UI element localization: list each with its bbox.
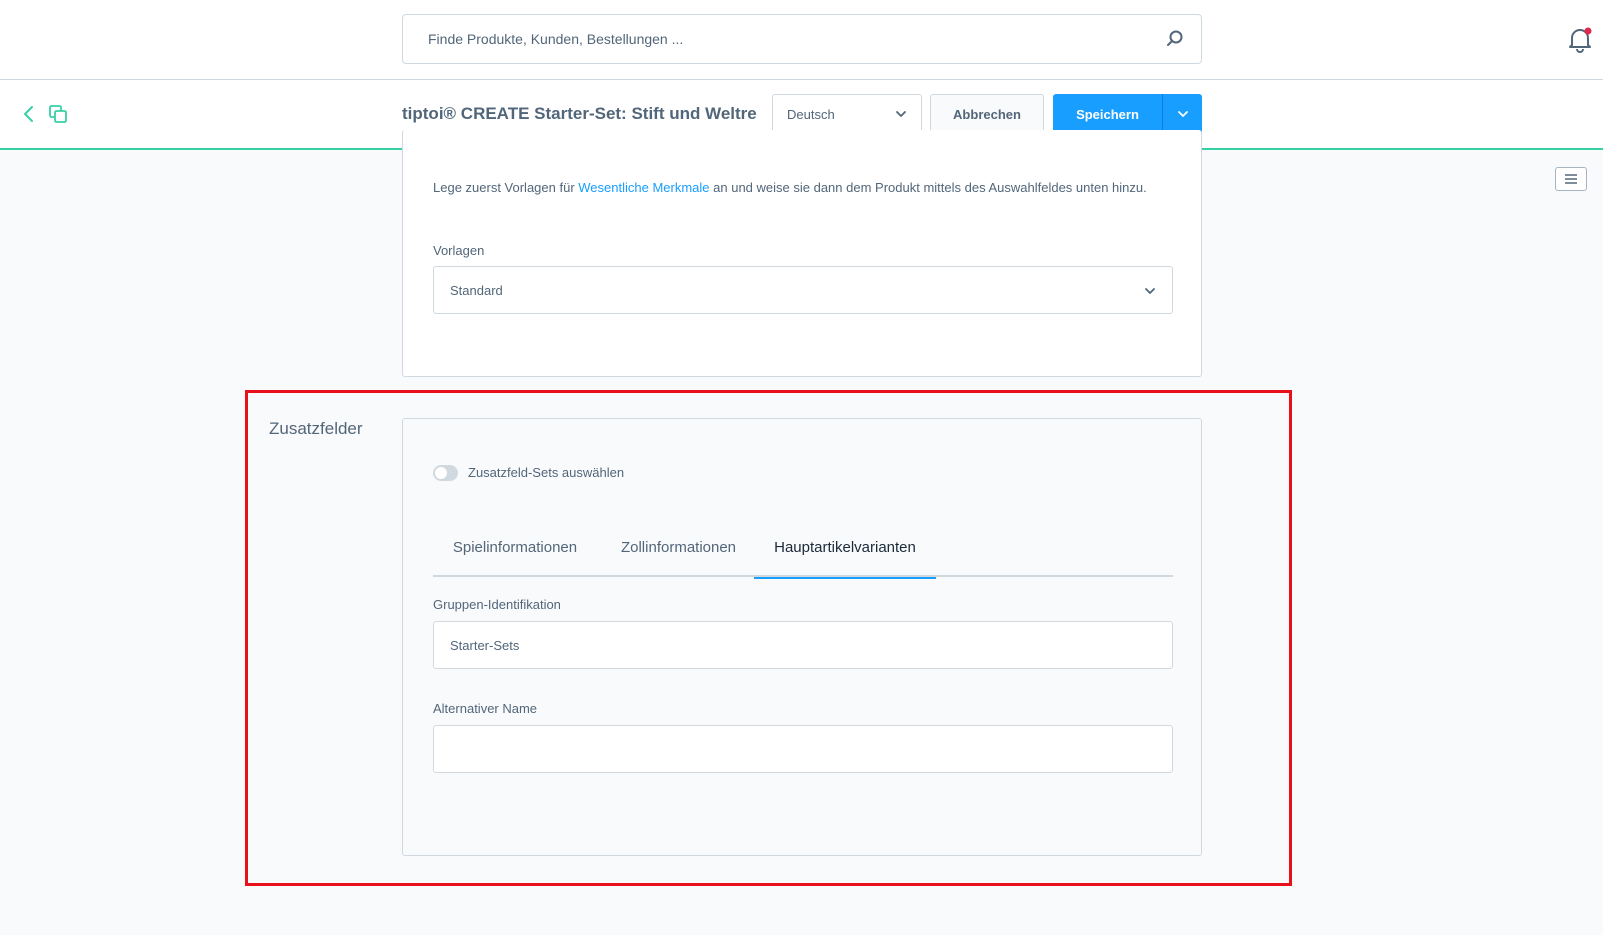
essential-features-link[interactable]: Wesentliche Merkmale [578,180,709,195]
top-bar [0,0,1603,80]
bell-icon[interactable] [1567,26,1593,54]
highlight-box [245,390,1292,886]
search-input[interactable] [428,31,1128,47]
page-title: tiptoi® CREATE Starter-Set: Stift und We… [402,104,757,123]
duplicate-icon[interactable] [48,104,68,124]
chevron-down-icon [1177,111,1188,117]
chevron-down-icon [896,111,906,117]
cancel-button[interactable]: Abbrechen [930,94,1044,134]
menu-icon [1565,174,1577,184]
notification-dot-icon [1584,27,1592,35]
essential-features-card: Lege zuerst Vorlagen für Wesentliche Mer… [402,130,1202,377]
save-button[interactable]: Speichern [1053,94,1162,134]
templates-select[interactable]: Standard [433,266,1173,314]
templates-label: Vorlagen [433,243,485,258]
essential-features-description: Lege zuerst Vorlagen für Wesentliche Mer… [433,180,1147,195]
save-options-button[interactable] [1162,94,1202,134]
chevron-down-icon [1145,288,1155,294]
language-select-value: Deutsch [787,106,835,122]
sidebar-toggle-button[interactable] [1555,167,1587,191]
global-search[interactable] [402,14,1202,64]
back-arrow-icon[interactable] [20,104,38,124]
templates-select-value: Standard [450,282,503,298]
search-icon[interactable] [1165,29,1185,49]
language-select[interactable]: Deutsch [772,94,922,134]
